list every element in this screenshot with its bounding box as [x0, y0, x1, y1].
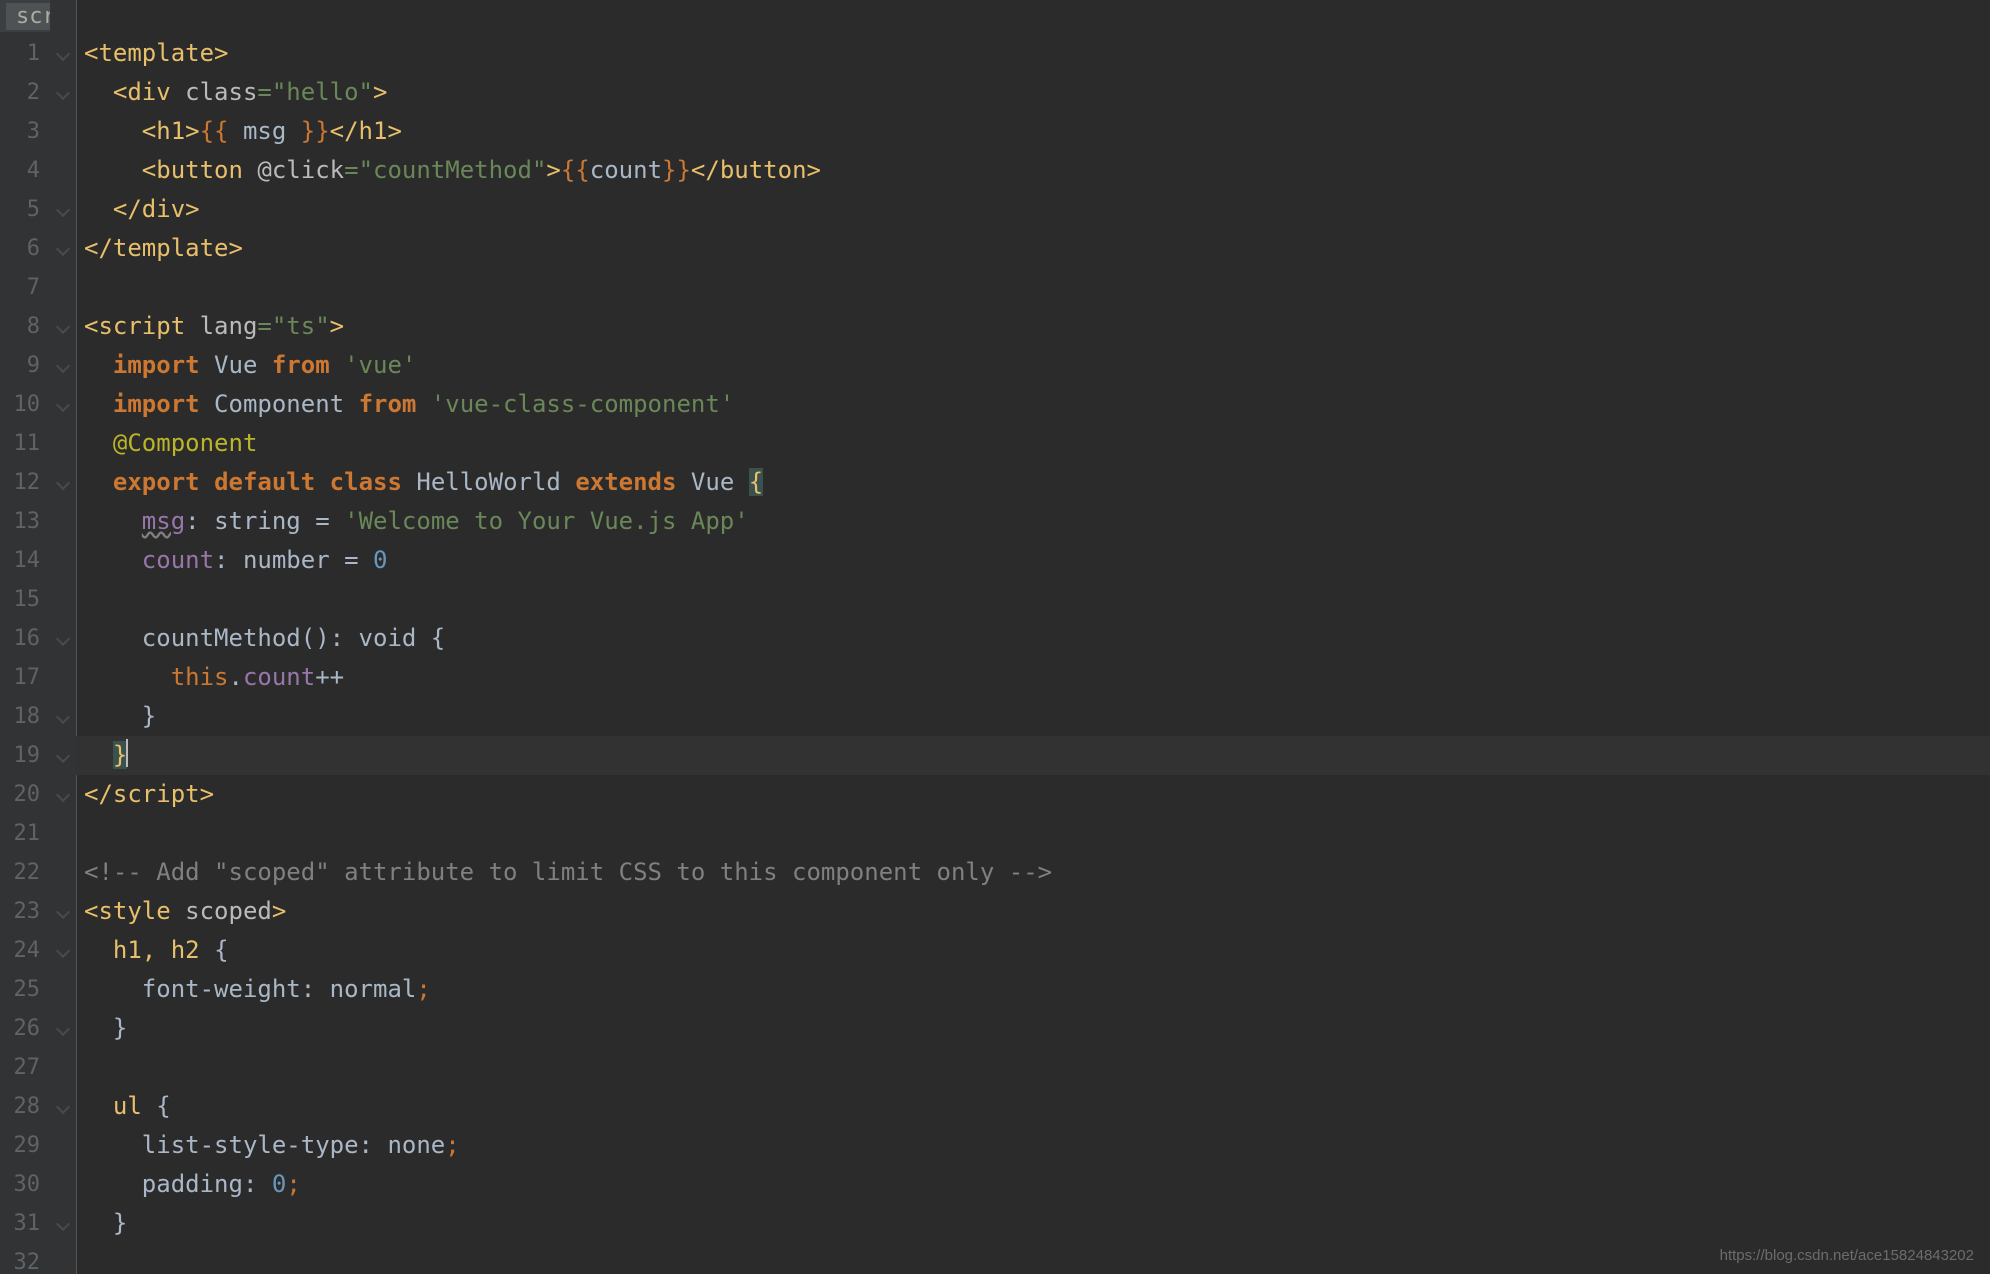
fold-marker[interactable]: [50, 1009, 76, 1048]
line-number[interactable]: 22: [0, 853, 50, 892]
fold-marker[interactable]: [50, 463, 76, 502]
line-number[interactable]: 7: [0, 268, 50, 307]
code-line[interactable]: [76, 268, 1990, 307]
code-line[interactable]: <h1>{{ msg }}</h1>: [76, 112, 1990, 151]
code-line-current[interactable]: }: [76, 736, 1990, 775]
code-line[interactable]: <button @click="countMethod">{{count}}</…: [76, 151, 1990, 190]
line-number[interactable]: 32: [0, 1243, 50, 1274]
fold-gutter: [50, 0, 76, 1274]
code-line[interactable]: countMethod(): void {: [76, 619, 1990, 658]
code-line[interactable]: <template>: [76, 34, 1990, 73]
fold-marker[interactable]: [50, 697, 76, 736]
line-number[interactable]: 15: [0, 580, 50, 619]
fold-marker[interactable]: [50, 34, 76, 73]
code-line[interactable]: padding: 0;: [76, 1165, 1990, 1204]
line-number[interactable]: 3: [0, 112, 50, 151]
line-number[interactable]: 2: [0, 73, 50, 112]
fold-marker[interactable]: [50, 1204, 76, 1243]
fold-marker[interactable]: [50, 73, 76, 112]
line-number[interactable]: 16: [0, 619, 50, 658]
line-number[interactable]: 1: [0, 34, 50, 73]
line-number[interactable]: 12: [0, 463, 50, 502]
line-number[interactable]: 11: [0, 424, 50, 463]
line-number[interactable]: 10: [0, 385, 50, 424]
code-line[interactable]: h1, h2 {: [76, 931, 1990, 970]
code-line[interactable]: </template>: [76, 229, 1990, 268]
line-number[interactable]: 29: [0, 1126, 50, 1165]
line-number[interactable]: 26: [0, 1009, 50, 1048]
line-number[interactable]: 8: [0, 307, 50, 346]
code-editor: script 1 2 3 4 5 6 7 8 9 10 11 12 13 14 …: [0, 0, 1990, 1274]
line-number-gutter: 1 2 3 4 5 6 7 8 9 10 11 12 13 14 15 16 1…: [0, 0, 50, 1274]
code-line[interactable]: [76, 1243, 1990, 1274]
code-line[interactable]: </script>: [76, 775, 1990, 814]
line-number[interactable]: 18: [0, 697, 50, 736]
code-line[interactable]: [76, 1048, 1990, 1087]
caret-icon: [126, 739, 128, 767]
code-line[interactable]: count: number = 0: [76, 541, 1990, 580]
code-line[interactable]: font-weight: normal;: [76, 970, 1990, 1009]
fold-marker[interactable]: [50, 346, 76, 385]
code-line[interactable]: import Component from 'vue-class-compone…: [76, 385, 1990, 424]
line-number[interactable]: 4: [0, 151, 50, 190]
line-number[interactable]: 27: [0, 1048, 50, 1087]
line-number[interactable]: 31: [0, 1204, 50, 1243]
code-line[interactable]: list-style-type: none;: [76, 1126, 1990, 1165]
code-line[interactable]: ul {: [76, 1087, 1990, 1126]
code-line[interactable]: import Vue from 'vue': [76, 346, 1990, 385]
fold-marker[interactable]: [50, 931, 76, 970]
line-number[interactable]: 23: [0, 892, 50, 931]
line-number[interactable]: 28: [0, 1087, 50, 1126]
code-line[interactable]: <script lang="ts">: [76, 307, 1990, 346]
code-line[interactable]: <style scoped>: [76, 892, 1990, 931]
line-number[interactable]: 5: [0, 190, 50, 229]
code-line[interactable]: this.count++: [76, 658, 1990, 697]
fold-marker[interactable]: [50, 307, 76, 346]
code-line[interactable]: <!-- Add "scoped" attribute to limit CSS…: [76, 853, 1990, 892]
code-line[interactable]: }: [76, 1009, 1990, 1048]
code-line[interactable]: }: [76, 697, 1990, 736]
line-number[interactable]: 25: [0, 970, 50, 1009]
code-line[interactable]: }: [76, 1204, 1990, 1243]
fold-marker[interactable]: [50, 190, 76, 229]
fold-marker[interactable]: [50, 775, 76, 814]
line-number[interactable]: 14: [0, 541, 50, 580]
fold-marker[interactable]: [50, 619, 76, 658]
fold-marker[interactable]: [50, 229, 76, 268]
line-number[interactable]: 13: [0, 502, 50, 541]
code-line[interactable]: [76, 814, 1990, 853]
code-line[interactable]: </div>: [76, 190, 1990, 229]
line-number[interactable]: 30: [0, 1165, 50, 1204]
fold-marker[interactable]: [50, 892, 76, 931]
code-content[interactable]: <template> <div class="hello"> <h1>{{ ms…: [76, 0, 1990, 1274]
line-number[interactable]: 9: [0, 346, 50, 385]
fold-marker[interactable]: [50, 1087, 76, 1126]
code-line[interactable]: msg: string = 'Welcome to Your Vue.js Ap…: [76, 502, 1990, 541]
code-line[interactable]: [76, 580, 1990, 619]
line-number[interactable]: 20: [0, 775, 50, 814]
line-number[interactable]: 21: [0, 814, 50, 853]
line-number[interactable]: 19: [0, 736, 50, 775]
watermark-text: https://blog.csdn.net/ace15824843202: [1720, 1247, 1974, 1264]
line-number[interactable]: 24: [0, 931, 50, 970]
line-number[interactable]: 6: [0, 229, 50, 268]
fold-marker[interactable]: [50, 385, 76, 424]
line-number[interactable]: 17: [0, 658, 50, 697]
code-line[interactable]: @Component: [76, 424, 1990, 463]
code-line[interactable]: export default class HelloWorld extends …: [76, 463, 1990, 502]
code-line[interactable]: <div class="hello">: [76, 73, 1990, 112]
